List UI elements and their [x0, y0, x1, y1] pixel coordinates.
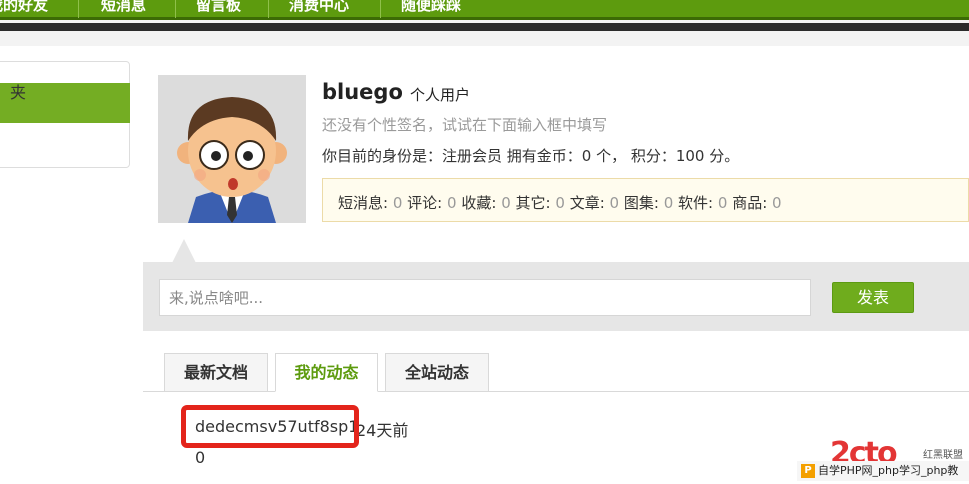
feed-item-time: 24天前 — [356, 421, 409, 440]
tab-latest-docs[interactable]: 最新文档 — [164, 353, 268, 392]
nav-divider — [78, 0, 79, 18]
post-composer: 发表 — [143, 262, 969, 331]
stats-line: 短消息: 0 评论: 0 收藏: 0 其它: 0 文章: 0 图集: 0 软件:… — [338, 192, 782, 213]
avatar[interactable] — [158, 75, 306, 223]
watermark-banner: P 自学PHP网_php学习_php教 — [797, 461, 969, 481]
post-input[interactable] — [159, 279, 811, 316]
nav-item-guestbook[interactable]: 留言板 — [196, 0, 241, 15]
stat-favorites-label: 收藏: — [461, 194, 497, 212]
user-type-label: 个人用户 — [410, 86, 471, 104]
user-identity-info: 你目前的身份是：注册会员 拥有金币：0 个， 积分：100 分。 — [322, 147, 740, 165]
speech-pointer — [172, 239, 196, 263]
stat-other-value: 0 — [555, 194, 565, 212]
stat-comments-label: 评论: — [407, 194, 443, 212]
nav-item-browse[interactable]: 随便踩踩 — [401, 0, 461, 15]
stat-goods-label: 商品: — [732, 194, 768, 212]
stat-articles-label: 文章: — [569, 194, 605, 212]
nav-item-friends[interactable]: 我的好友 — [0, 0, 48, 15]
stats-box: 短消息: 0 评论: 0 收藏: 0 其它: 0 文章: 0 图集: 0 软件:… — [322, 178, 969, 222]
watermark-banner-text: 自学PHP网_php学习_php教 — [818, 464, 959, 477]
stat-goods-value: 0 — [772, 194, 782, 212]
avatar-cartoon-icon — [158, 75, 306, 223]
nav-item-consume-center[interactable]: 消费中心 — [289, 0, 349, 15]
stat-articles-value: 0 — [609, 194, 620, 212]
nav-divider — [380, 0, 381, 18]
nav-divider — [268, 0, 269, 18]
php-icon: P — [801, 464, 815, 478]
nav-item-messages[interactable]: 短消息 — [101, 0, 146, 15]
left-sidebar — [0, 61, 130, 168]
stat-comments-value: 0 — [447, 194, 457, 212]
stat-messages-label: 短消息: — [338, 194, 389, 212]
stat-albums-label: 图集: — [623, 194, 659, 212]
feed-item-count: 0 — [195, 448, 206, 467]
stat-software-label: 软件: — [678, 194, 714, 212]
tab-my-activity[interactable]: 我的动态 — [275, 353, 378, 392]
nav-shadow-bar — [0, 23, 969, 31]
stat-albums-value: 0 — [663, 194, 674, 212]
sidebar-item-favorites[interactable]: 夹 — [10, 79, 26, 103]
username[interactable]: bluego — [322, 80, 403, 104]
user-signature: 还没有个性签名，试试在下面输入框中填写 — [322, 116, 608, 134]
post-submit-button[interactable]: 发表 — [832, 282, 914, 313]
stat-messages-value: 0 — [392, 194, 403, 212]
stat-favorites-value: 0 — [501, 194, 511, 212]
stat-software-value: 0 — [717, 194, 728, 212]
stat-other-label: 其它: — [515, 194, 551, 212]
tab-site-activity[interactable]: 全站动态 — [385, 353, 489, 392]
watermark-site-name: 红黑联盟 — [923, 450, 963, 461]
nav-divider — [175, 0, 176, 18]
top-nav-bar: 我的好友 短消息 留言板 消费中心 随便踩踩 — [0, 0, 969, 20]
red-highlight-box — [181, 405, 359, 448]
